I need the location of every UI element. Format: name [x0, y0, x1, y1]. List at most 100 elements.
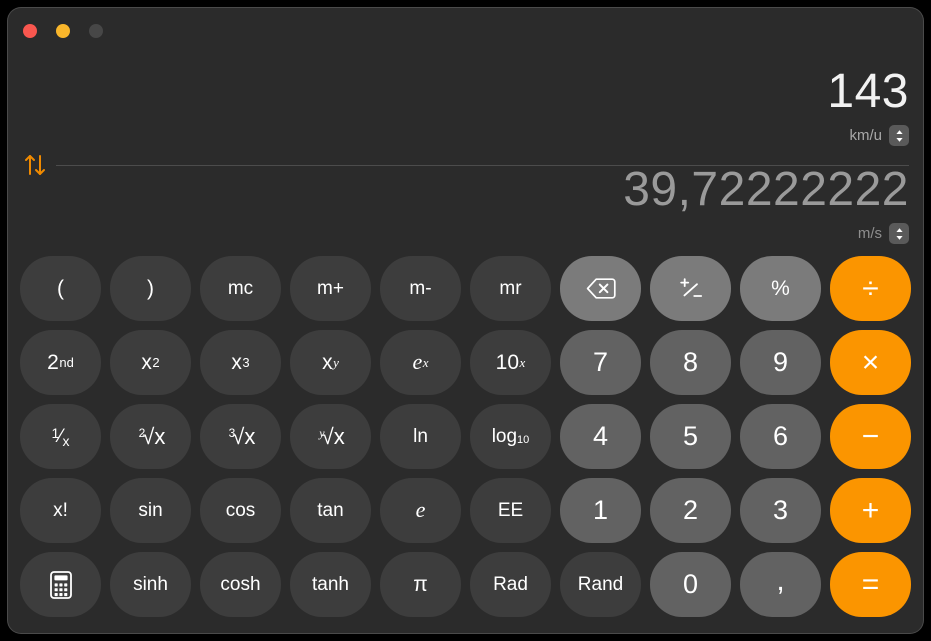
key-digit-6[interactable]: 6	[740, 404, 821, 469]
output-unit-stepper[interactable]	[889, 223, 909, 244]
key-reciprocal[interactable]: 1 ⁄ x	[20, 404, 101, 469]
key-hyperbolic-sine[interactable]: sinh	[110, 552, 191, 617]
key-sine[interactable]: sin	[110, 478, 191, 543]
key-memory-recall[interactable]: mr	[470, 256, 551, 321]
key-digit-9[interactable]: 9	[740, 330, 821, 395]
key-divide[interactable]: ÷	[830, 256, 911, 321]
radical-glyph: 2 √x	[138, 423, 166, 449]
key-digit-4[interactable]: 4	[560, 404, 641, 469]
calculator-window: 143 km/u 39,72222222 m/s () mc m+ m- mr…	[8, 8, 923, 633]
swap-vertical-arrows-icon	[25, 155, 45, 175]
chevron-up-down-icon	[895, 129, 903, 142]
key-label: Rand	[577, 574, 624, 595]
key-label: 6	[772, 421, 789, 451]
key-digit-1[interactable]: 1	[560, 478, 641, 543]
key-tangent[interactable]: tan	[290, 478, 371, 543]
key-ten-to-the-x[interactable]: 10 x	[470, 330, 551, 395]
key-euler-constant[interactable]: e	[380, 478, 461, 543]
key-label: 8	[682, 347, 699, 377]
key-decimal-separator[interactable]: ,	[740, 552, 821, 617]
key-label: 1	[592, 495, 609, 525]
key-delete-backspace[interactable]	[560, 256, 641, 321]
key-label: ×	[861, 345, 880, 379]
input-unit-stepper[interactable]	[889, 125, 909, 146]
key-label: )	[147, 277, 154, 300]
key-x-squared[interactable]: x2	[110, 330, 191, 395]
key-label: 9	[772, 347, 789, 377]
key-label: 5	[682, 421, 699, 451]
key-exponent-ee[interactable]: EE	[470, 478, 551, 543]
key-base: log	[491, 426, 518, 447]
zoom-window-button[interactable]	[89, 24, 103, 38]
key-base: x	[231, 351, 242, 374]
key-label: mc	[227, 278, 254, 299]
key-add[interactable]: +	[830, 478, 911, 543]
key-label: ,	[776, 563, 785, 597]
key-factorial[interactable]: x!	[20, 478, 101, 543]
key-label: +	[861, 493, 880, 527]
key-label: cos	[225, 500, 256, 521]
minimize-window-button[interactable]	[56, 24, 70, 38]
key-radians-mode[interactable]: Rad	[470, 552, 551, 617]
input-unit-label: km/u	[849, 127, 882, 144]
close-window-button[interactable]	[23, 24, 37, 38]
key-sign-toggle[interactable]	[650, 256, 731, 321]
key-open-paren[interactable]: (	[20, 256, 101, 321]
key-label: %	[771, 277, 790, 300]
key-memory-clear[interactable]: mc	[200, 256, 281, 321]
key-square-root[interactable]: 2 √x	[110, 404, 191, 469]
key-digit-5[interactable]: 5	[650, 404, 731, 469]
key-memory-add[interactable]: m+	[290, 256, 371, 321]
radical-glyph: 3 √x	[228, 423, 256, 449]
key-digit-3[interactable]: 3	[740, 478, 821, 543]
key-label: sin	[138, 500, 163, 521]
key-memory-subtract[interactable]: m-	[380, 256, 461, 321]
chevron-up-down-icon	[895, 227, 903, 240]
key-label: cosh	[220, 574, 261, 595]
key-x-to-the-y[interactable]: xy	[290, 330, 371, 395]
key-label: 3	[772, 495, 789, 525]
key-e-to-the-x[interactable]: ex	[380, 330, 461, 395]
key-label: tanh	[312, 574, 349, 595]
output-unit-selector[interactable]: m/s	[623, 223, 909, 244]
key-multiply[interactable]: ×	[830, 330, 911, 395]
key-label: 2	[682, 495, 699, 525]
key-base: x	[322, 351, 333, 374]
key-cube-root[interactable]: 3 √x	[200, 404, 281, 469]
key-log-base-10[interactable]: log 10	[470, 404, 551, 469]
key-random-number[interactable]: Rand	[560, 552, 641, 617]
key-digit-0[interactable]: 0	[650, 552, 731, 617]
key-label: e	[415, 497, 426, 523]
key-label: (	[57, 277, 64, 300]
key-natural-log[interactable]: ln	[380, 404, 461, 469]
key-hyperbolic-cosine[interactable]: cosh	[200, 552, 281, 617]
key-second-function[interactable]: 2nd	[20, 330, 101, 395]
key-nth-root[interactable]: y √x	[290, 404, 371, 469]
key-label: 7	[592, 347, 609, 377]
key-cosine[interactable]: cos	[200, 478, 281, 543]
key-pi-constant[interactable]: π	[380, 552, 461, 617]
output-value[interactable]: 39,72222222	[623, 166, 909, 214]
input-value[interactable]: 143	[827, 68, 909, 116]
calculator-icon	[49, 570, 72, 599]
key-label: π	[413, 573, 428, 596]
key-digit-7[interactable]: 7	[560, 330, 641, 395]
key-digit-2[interactable]: 2	[650, 478, 731, 543]
key-percent[interactable]: %	[740, 256, 821, 321]
key-hyperbolic-tangent[interactable]: tanh	[290, 552, 371, 617]
key-label: m-	[409, 278, 432, 299]
input-value-row: 143 km/u	[827, 68, 909, 146]
key-label: x!	[53, 500, 68, 521]
key-base: e	[412, 349, 423, 375]
key-subtract[interactable]: −	[830, 404, 911, 469]
input-unit-selector[interactable]: km/u	[827, 125, 909, 146]
swap-units-button[interactable]	[20, 150, 50, 180]
key-label: tan	[317, 500, 344, 521]
key-label: ÷	[862, 271, 879, 305]
key-basic-calculator-mode[interactable]	[20, 552, 101, 617]
key-x-cubed[interactable]: x3	[200, 330, 281, 395]
key-equals[interactable]: =	[830, 552, 911, 617]
key-digit-8[interactable]: 8	[650, 330, 731, 395]
key-close-paren[interactable]: )	[110, 256, 191, 321]
key-label: 4	[592, 421, 609, 451]
